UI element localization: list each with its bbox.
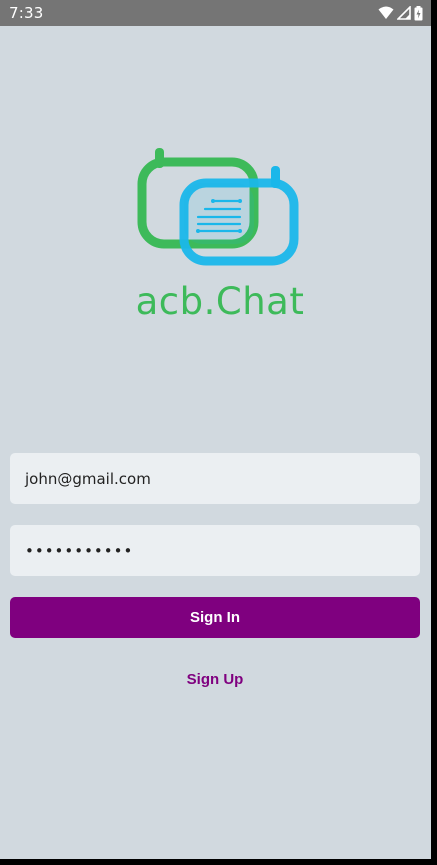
sign-in-label: Sign In: [190, 609, 240, 626]
sign-in-button[interactable]: Sign In: [10, 597, 420, 638]
battery-charging-icon: [414, 5, 423, 20]
cellular-signal-icon: [397, 6, 411, 20]
password-field[interactable]: •••••••••••: [10, 525, 420, 576]
chat-bubbles-icon: [137, 148, 299, 266]
password-field-value: •••••••••••: [25, 541, 134, 560]
wifi-icon: [378, 6, 394, 19]
email-field-value: john@gmail.com: [25, 469, 151, 488]
email-field[interactable]: john@gmail.com: [10, 453, 420, 504]
login-screen: 7:33 acb.Chat john@gmail.com •••••••••••…: [0, 0, 431, 859]
status-icons: [378, 5, 423, 21]
sign-up-link[interactable]: Sign Up: [165, 669, 265, 691]
app-logo: acb.Chat: [120, 144, 320, 324]
status-time: 7:33: [9, 4, 44, 22]
status-bar: 7:33: [0, 0, 431, 26]
logo-wordmark: acb.Chat: [135, 280, 305, 323]
